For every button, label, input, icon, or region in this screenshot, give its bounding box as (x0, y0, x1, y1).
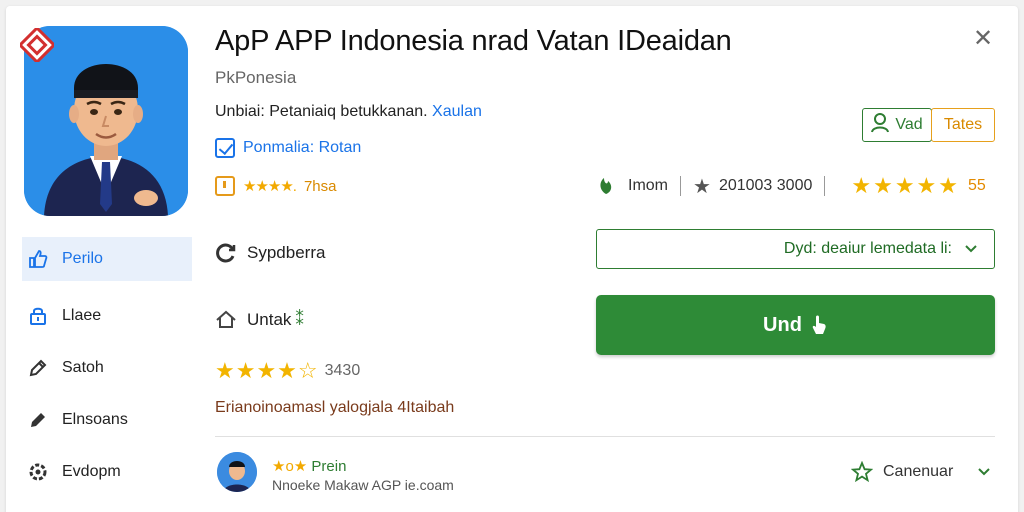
app-title: ApP APP Indonesia nrad Vatan IDeaidan (215, 25, 732, 57)
thumbs-up-icon (28, 249, 48, 269)
edit-icon (28, 410, 48, 430)
small-rating-stars: ★★★★. (243, 178, 297, 195)
downloads-value: 201003 3000 (718, 177, 813, 194)
home-icon (215, 310, 237, 330)
sync-row[interactable]: Sypdberra (215, 242, 325, 264)
install-label: Und (763, 313, 802, 336)
sidebar-item-satoh[interactable]: Satoh (22, 346, 192, 390)
app-subline: Unbiai: Petaniaiq betukkanan. Xaulan (215, 103, 482, 121)
rating-stars: ★★★★☆ (215, 358, 319, 383)
rating-value: 3430 (324, 362, 361, 379)
checkbox-icon (215, 138, 235, 158)
stats-stars: ★★★★★ (851, 173, 960, 198)
sidebar-item-perilo[interactable]: Perilo (22, 237, 192, 281)
close-button[interactable]: ✕ (970, 26, 996, 52)
tates-label: Tates (943, 116, 983, 133)
review-subtitle: Nnoeke Makaw AGP ie.coam (272, 477, 454, 493)
pointer-hand-icon (810, 314, 828, 336)
developer-name[interactable]: PkPonesia (215, 68, 296, 88)
stats-divider (824, 176, 826, 196)
refresh-icon (215, 242, 237, 264)
verified-label: Ponmalia: Rotan (243, 139, 362, 156)
sidebar-item-evdopm[interactable]: Evdopm (22, 450, 192, 494)
description-text: Erianoinoamasl yalogjala 4Itaibah (215, 399, 455, 416)
rating-badge-icon (215, 176, 235, 196)
stats-divider (680, 176, 681, 196)
verified-badge: Ponmalia: Rotan (215, 138, 361, 158)
settings-icon (28, 462, 48, 482)
vad-button[interactable]: Vad (862, 108, 932, 142)
lock-icon (28, 306, 48, 326)
review-author: ★o★ Prein (272, 457, 346, 475)
subline-link[interactable]: Xaulan (432, 103, 482, 120)
sidebar-item-label: Elnsoans (62, 411, 128, 428)
sidebar-item-label: Perilo (62, 250, 103, 267)
content-rating: ★★★★. 7hsa (215, 176, 337, 196)
star-outline-icon (851, 461, 873, 483)
review-action-button[interactable]: Canenuar (851, 461, 991, 483)
vad-label: Vad (895, 116, 923, 133)
dropdown-value: Dyd: deaiur lemedata li: (783, 240, 952, 257)
installs-label: Imom (628, 177, 668, 194)
sidebar-item-llaee[interactable]: Llaee (22, 294, 192, 338)
rating-count: 55 (968, 177, 986, 194)
avatar[interactable] (217, 452, 257, 492)
untak-label: Untak (247, 310, 292, 329)
sidebar-item-label: Llaee (62, 307, 102, 324)
review-name: Prein (311, 458, 347, 475)
stats-row: Imom ★ 201003 3000 ★★★★★ 55 (596, 173, 986, 198)
review-stars: ★o★ (272, 458, 312, 475)
sync-label: Sypdberra (247, 243, 326, 262)
leaf-icon (596, 176, 616, 196)
tates-button[interactable]: Tates (931, 108, 995, 142)
sidebar-item-label: Satoh (62, 359, 104, 376)
chevron-down-icon (977, 467, 991, 477)
subline-text: Unbiai: Petaniaiq betukkanan. (215, 103, 428, 120)
sidebar-item-elnsoans[interactable]: Elnsoans (22, 398, 192, 442)
star-outline-icon: ★ (693, 175, 711, 198)
option-dropdown[interactable]: Dyd: deaiur lemedata li: (596, 229, 995, 269)
user-icon (871, 112, 890, 138)
sidebar-item-label: Evdopm (62, 463, 121, 480)
chevron-down-icon (964, 244, 978, 254)
install-button[interactable]: Und (596, 295, 995, 355)
review-action-label: Canenuar (883, 463, 954, 480)
divider (215, 436, 995, 437)
untak-row[interactable]: Untak ⁑ (215, 310, 304, 330)
brand-logo-icon (17, 25, 57, 65)
small-rating-value: 7hsa (303, 177, 337, 195)
untak-suffix: ⁑ (295, 310, 304, 329)
pencil-icon (28, 358, 48, 378)
rating-row: ★★★★☆ 3430 (215, 358, 360, 384)
